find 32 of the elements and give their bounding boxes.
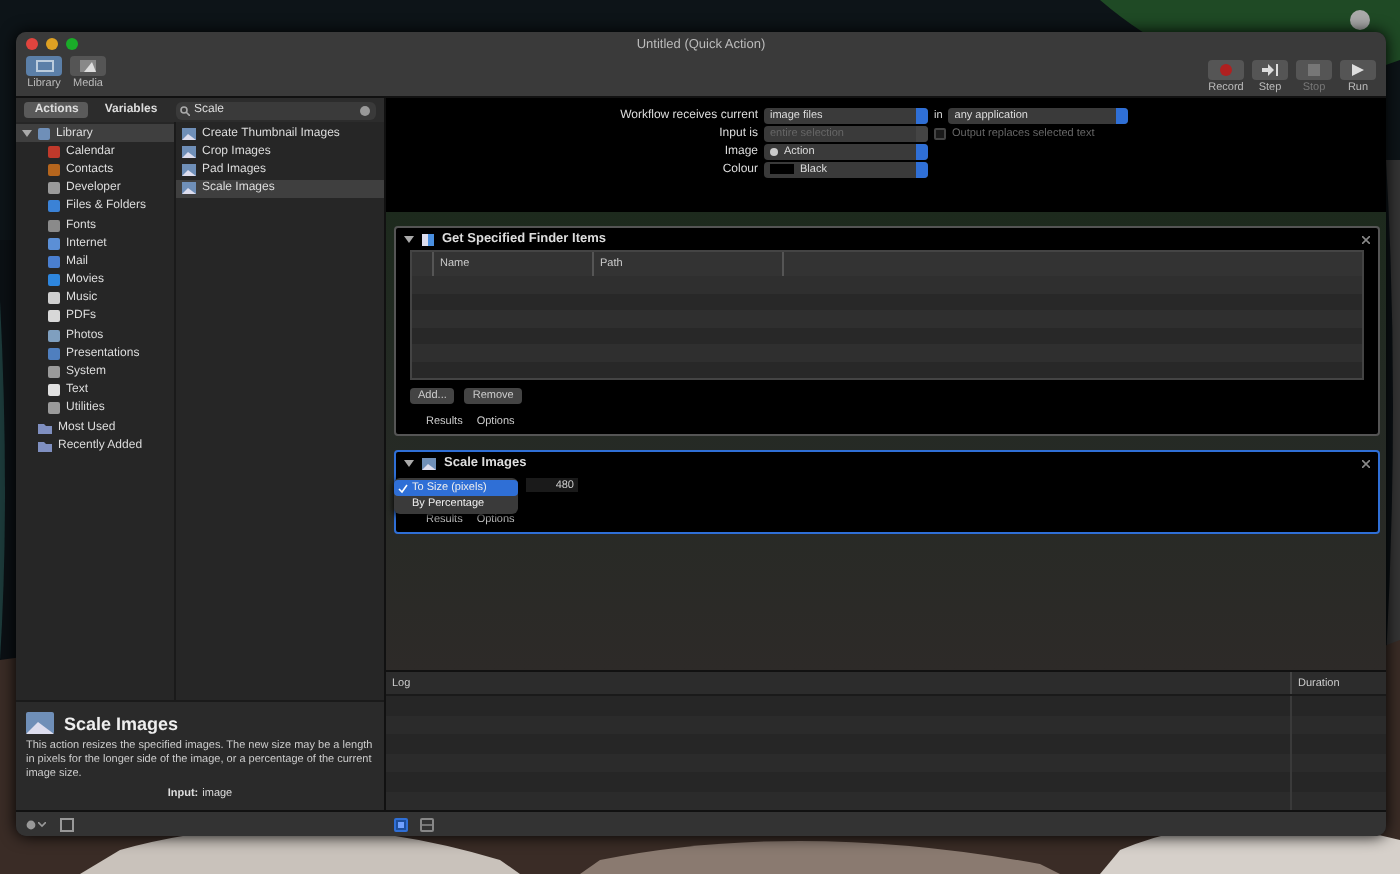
close-icon[interactable] bbox=[1362, 459, 1370, 467]
disclosure-triangle-icon[interactable] bbox=[404, 234, 414, 244]
image-icon bbox=[26, 712, 54, 734]
disclosure-triangle-icon[interactable] bbox=[404, 458, 414, 468]
log-view-button[interactable] bbox=[394, 817, 408, 831]
image-icon bbox=[182, 163, 196, 176]
split-view-button[interactable] bbox=[420, 817, 434, 831]
finder-icon bbox=[422, 233, 434, 245]
image-icon bbox=[182, 127, 196, 140]
clear-icon[interactable] bbox=[360, 105, 370, 115]
record-icon bbox=[1220, 64, 1232, 76]
color-swatch bbox=[770, 164, 794, 175]
disclosure-triangle-icon[interactable] bbox=[22, 128, 32, 139]
step-icon bbox=[1262, 64, 1278, 76]
gear-menu-button[interactable] bbox=[26, 819, 46, 829]
image-icon bbox=[422, 457, 436, 469]
checkmark-icon bbox=[398, 483, 408, 493]
minimize-button[interactable] bbox=[46, 38, 58, 50]
image-icon bbox=[182, 145, 196, 158]
zoom-button[interactable] bbox=[66, 38, 78, 50]
image-icon bbox=[182, 182, 196, 195]
photo-icon bbox=[79, 59, 97, 73]
gear-icon bbox=[770, 147, 778, 156]
library-icon bbox=[35, 60, 53, 72]
play-icon bbox=[1352, 64, 1364, 76]
description-title: Scale Images bbox=[64, 713, 179, 733]
close-button[interactable] bbox=[26, 38, 38, 50]
library-icon bbox=[38, 127, 50, 140]
stop-icon bbox=[1308, 64, 1320, 76]
description-toggle-icon[interactable] bbox=[60, 817, 74, 831]
search-icon bbox=[180, 105, 190, 115]
close-icon[interactable] bbox=[1362, 235, 1370, 243]
